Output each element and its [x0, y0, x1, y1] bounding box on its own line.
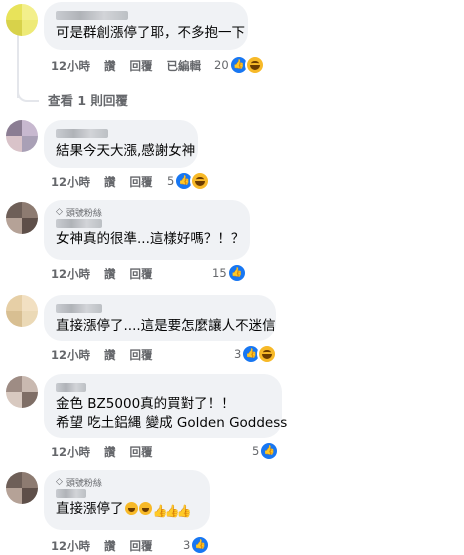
rofl-emoji: [138, 502, 152, 515]
reaction-count: 15: [212, 266, 227, 280]
reaction-count: 3: [183, 538, 191, 552]
comment-text: 女神真的很準...這樣好嗎？！？: [56, 231, 245, 247]
comment-time[interactable]: 12小時: [51, 444, 90, 460]
reaction-count: 5: [167, 174, 175, 188]
comment-text: 直接漲停了....這是要怎麼讓人不迷信: [56, 318, 276, 334]
author-name-blurred[interactable]: [56, 383, 86, 392]
comment-bubble: 直接漲停了....這是要怎麼讓人不迷信: [44, 295, 276, 341]
avatar[interactable]: [6, 4, 38, 36]
like-button[interactable]: 讚: [104, 347, 116, 363]
reaction-summary[interactable]: 5 👍: [167, 171, 211, 191]
comment-text: 結果今天大漲,感謝女神: [56, 143, 196, 159]
reaction-count: 3: [234, 347, 242, 361]
avatar[interactable]: [6, 202, 38, 234]
like-icon: 👍: [259, 441, 280, 461]
reply-button[interactable]: 回覆: [130, 174, 153, 190]
thumbs-up-emoji: 👍: [164, 504, 180, 518]
rofl-emoji: [124, 502, 138, 515]
author-name-blurred[interactable]: [56, 11, 128, 20]
comment-time[interactable]: 12小時: [51, 266, 90, 282]
comment-text-line1: 金色 BZ5000真的買對了！！: [56, 396, 235, 412]
author-name-blurred[interactable]: [56, 219, 102, 228]
like-button[interactable]: 讚: [104, 444, 116, 460]
comment-actions: 12小時 讚 回覆 已編輯: [51, 58, 215, 74]
comment-bubble: ◇ 頭號粉絲 女神真的很準...這樣好嗎？！？: [44, 200, 250, 260]
top-fan-badge: ◇ 頭號粉絲: [56, 206, 238, 219]
haha-icon: [257, 344, 278, 364]
like-button[interactable]: 讚: [104, 174, 116, 190]
reply-button[interactable]: 回覆: [130, 538, 153, 554]
reply-thread-curve: [17, 86, 39, 102]
comment-time[interactable]: 12小時: [51, 58, 90, 74]
like-button[interactable]: 讚: [104, 266, 116, 282]
like-button[interactable]: 讚: [104, 538, 116, 554]
comment-text: 可是群創漲停了耶，不多抱一下: [56, 25, 245, 41]
thumbs-up-emoji: 👍: [152, 504, 168, 518]
reaction-summary[interactable]: 5 👍: [252, 441, 280, 461]
comment-bubble: 結果今天大漲,感謝女神: [44, 120, 198, 168]
haha-icon: [244, 55, 265, 75]
reply-button[interactable]: 回覆: [130, 444, 153, 460]
reaction-summary[interactable]: 3 👍: [183, 535, 211, 555]
top-fan-badge: ◇ 頭號粉絲: [56, 476, 198, 489]
badge-label: 頭號粉絲: [65, 208, 102, 219]
haha-icon: [190, 171, 211, 191]
author-name-blurred[interactable]: [56, 129, 108, 138]
avatar[interactable]: [6, 472, 38, 504]
reaction-summary[interactable]: 15 👍: [212, 263, 247, 283]
comment-text: 直接漲停了: [56, 501, 124, 517]
author-name-blurred[interactable]: [56, 304, 102, 313]
comment-bubble: ◇ 頭號粉絲 直接漲停了 👍👍👍: [44, 470, 210, 530]
comment-text-row: 直接漲停了 👍👍👍: [56, 500, 198, 519]
avatar[interactable]: [6, 295, 38, 327]
comment-time[interactable]: 12小時: [51, 174, 90, 190]
avatar[interactable]: [6, 120, 38, 152]
badge-label: 頭號粉絲: [65, 478, 102, 489]
reply-button[interactable]: 回覆: [130, 58, 153, 74]
comment-actions: 12小時 讚 回覆: [51, 538, 167, 554]
reaction-summary[interactable]: 3 👍: [234, 344, 278, 364]
comment-actions: 12小時 讚 回覆: [51, 444, 167, 460]
comment-time[interactable]: 12小時: [51, 538, 90, 554]
like-icon: 👍: [226, 263, 247, 283]
reaction-summary[interactable]: 20 👍: [214, 55, 265, 75]
comment-text-line2: 希望 吃土鋁縄 變成 Golden Goddess: [56, 415, 288, 431]
like-icon: 👍: [190, 535, 211, 555]
reply-button[interactable]: 回覆: [130, 266, 153, 282]
like-button[interactable]: 讚: [104, 58, 116, 74]
comment-actions: 12小時 讚 回覆: [51, 266, 167, 282]
reply-button[interactable]: 回覆: [130, 347, 153, 363]
thumbs-up-emoji: 👍: [176, 504, 192, 518]
view-replies-link[interactable]: 查看 1 則回覆: [48, 90, 128, 109]
reaction-count: 5: [252, 444, 260, 458]
comment-actions: 12小時 讚 回覆: [51, 347, 167, 363]
comment-time[interactable]: 12小時: [51, 347, 90, 363]
diamond-icon: ◇: [56, 207, 63, 217]
author-name-blurred[interactable]: [56, 489, 86, 498]
comment-actions: 12小時 讚 回覆: [51, 174, 167, 190]
edited-label[interactable]: 已編輯: [167, 58, 202, 74]
comment-bubble: 金色 BZ5000真的買對了！！ 希望 吃土鋁縄 變成 Golden Godde…: [44, 374, 288, 438]
avatar[interactable]: [6, 376, 38, 408]
diamond-icon: ◇: [56, 477, 63, 487]
reaction-count: 20: [214, 58, 229, 72]
comment-bubble: 可是群創漲停了耶，不多抱一下: [44, 2, 248, 50]
